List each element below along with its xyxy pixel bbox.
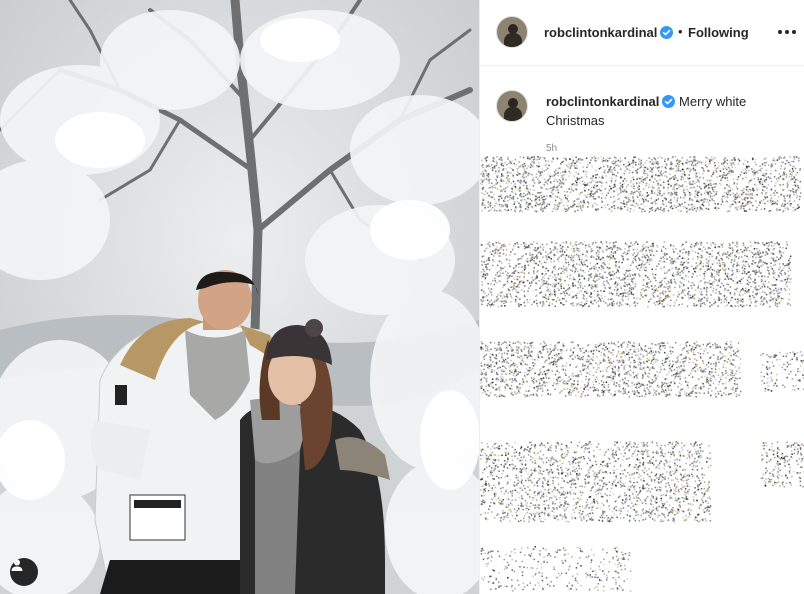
scrambled-comments-noise: [480, 156, 804, 593]
user-tag-button[interactable]: [10, 558, 38, 586]
caption-avatar[interactable]: [496, 90, 528, 122]
post-timestamp[interactable]: 5h: [546, 143, 557, 154]
post-header: robclintonkardinal • Following: [480, 0, 804, 66]
more-options-button[interactable]: [777, 24, 797, 40]
verified-badge-icon: [662, 95, 676, 108]
post-caption: robclintonkardinal Merry white Christmas: [546, 92, 796, 130]
header-username-link[interactable]: robclintonkardinal: [544, 25, 674, 40]
caption-username-link[interactable]: robclintonkardinal: [546, 94, 659, 109]
header-separator: •: [678, 24, 683, 39]
following-button[interactable]: Following: [688, 25, 749, 40]
avatar[interactable]: [496, 16, 528, 48]
obscured-comments-area: [480, 156, 804, 594]
post-photo[interactable]: [0, 0, 479, 594]
verified-badge-icon: [660, 26, 674, 39]
more-options-icon: [778, 30, 782, 34]
post-details-panel: robclintonkardinal • Following robclinto…: [479, 0, 804, 594]
user-tag-icon: [11, 559, 23, 571]
username-text[interactable]: robclintonkardinal: [544, 25, 657, 40]
snowy-forest-couple-image: [0, 0, 479, 594]
